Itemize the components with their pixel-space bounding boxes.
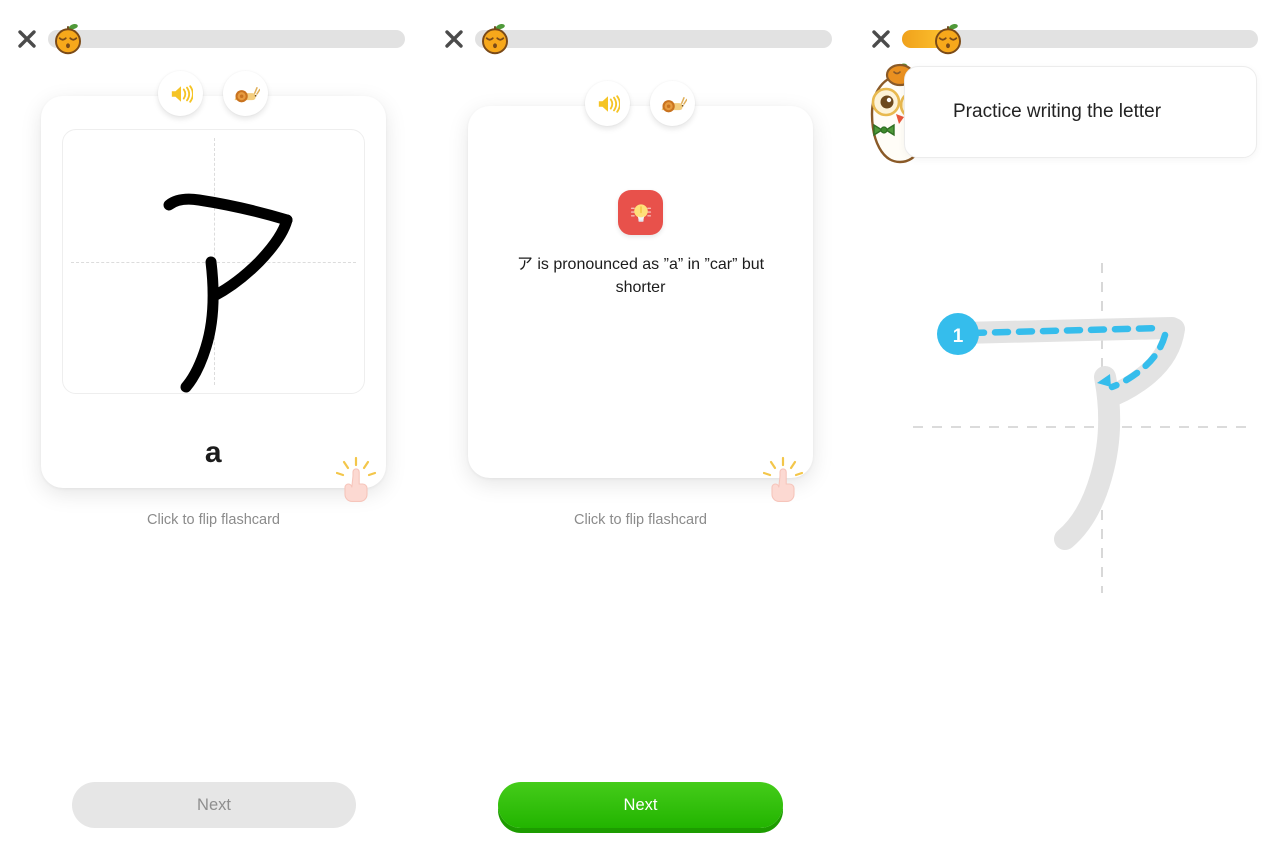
close-icon[interactable]	[868, 26, 894, 52]
header-bar	[854, 24, 1280, 55]
next-button[interactable]: Next	[72, 782, 356, 828]
close-icon[interactable]	[14, 26, 40, 52]
stroke-order-canvas[interactable]: 1	[889, 255, 1279, 600]
instruction-text: Practice writing the letter	[953, 101, 1162, 122]
orange-mascot-icon	[477, 21, 513, 57]
header-bar	[427, 24, 854, 55]
panel-writing-practice: Practice writing the letter 1	[854, 0, 1280, 854]
audio-controls	[585, 81, 695, 126]
panel-flashcard-front: a Click to flip flashcard Next	[0, 0, 427, 854]
stroke-guide-shape	[950, 317, 1185, 550]
play-slow-audio-button[interactable]	[223, 71, 268, 116]
tap-hand-icon	[762, 456, 804, 502]
lightbulb-icon	[618, 190, 663, 235]
tap-hand-icon	[335, 456, 377, 502]
romaji-label: a	[204, 436, 223, 469]
play-slow-audio-button[interactable]	[650, 81, 695, 126]
pronunciation-tip-text: ア is pronounced as ”a” in ”car” but shor…	[516, 256, 765, 296]
next-button[interactable]: Next	[498, 782, 783, 828]
orange-mascot-icon	[930, 21, 966, 57]
flashcard[interactable]: a	[41, 96, 386, 502]
katakana-a-glyph	[163, 193, 293, 393]
header-bar	[0, 24, 427, 55]
flashcard[interactable]: ア is pronounced as ”a” in ”car” but shor…	[468, 106, 813, 502]
panel-flashcard-back: ア is pronounced as ”a” in ”car” but shor…	[427, 0, 854, 854]
progress-bar	[475, 24, 832, 55]
play-audio-button[interactable]	[158, 71, 203, 116]
instruction-bubble: Practice writing the letter	[904, 66, 1257, 158]
orange-mascot-icon	[50, 21, 86, 57]
flip-hint-label: Click to flip flashcard	[147, 512, 280, 528]
app-screen: a Click to flip flashcard Next ア is pron…	[0, 0, 1280, 854]
flip-hint-label: Click to flip flashcard	[574, 512, 707, 528]
progress-bar	[48, 24, 405, 55]
play-audio-button[interactable]	[585, 81, 630, 126]
progress-bar	[902, 24, 1258, 55]
writing-grid	[62, 129, 365, 394]
stroke-number-label: 1	[953, 326, 964, 347]
close-icon[interactable]	[441, 26, 467, 52]
audio-controls	[158, 71, 268, 116]
